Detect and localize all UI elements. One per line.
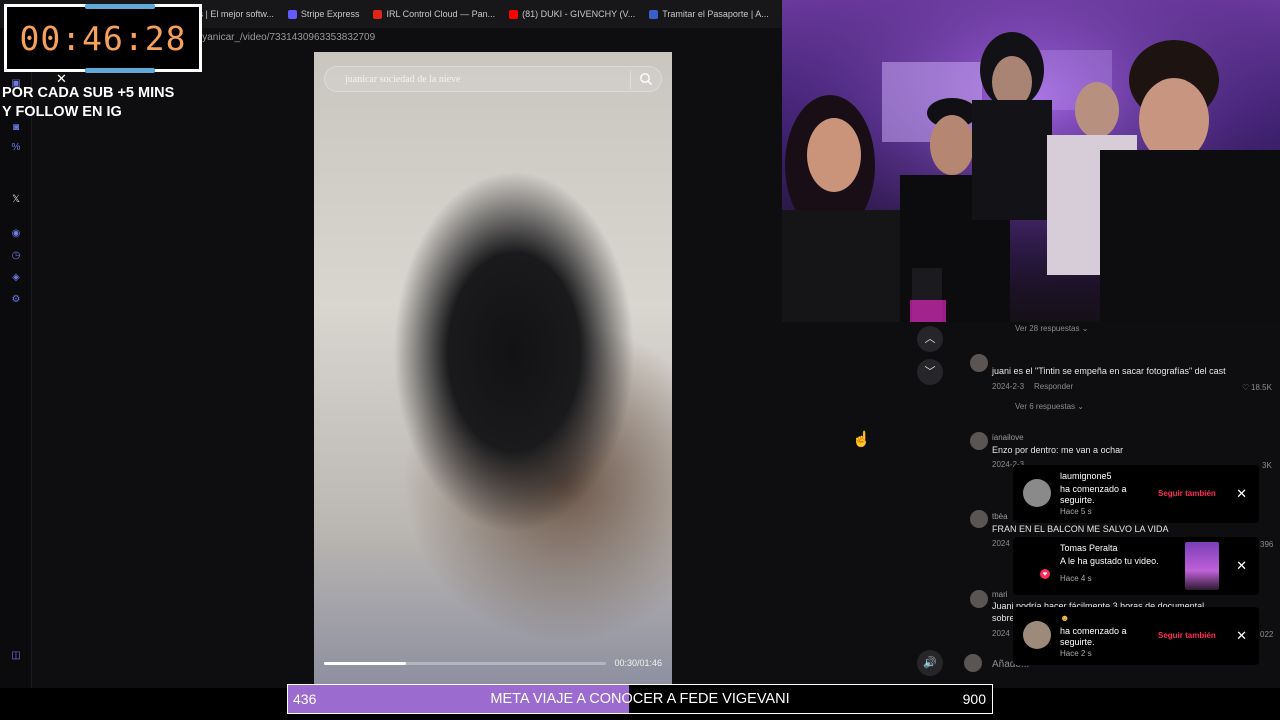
- close-icon[interactable]: ✕: [1236, 628, 1247, 644]
- bookmark-label: Tramitar el Pasaporte | A...: [662, 9, 769, 19]
- circle-icon[interactable]: ◉: [10, 228, 22, 240]
- avatar[interactable]: [970, 590, 988, 608]
- video-time: 00:30/01:46: [614, 658, 662, 668]
- current-user-avatar[interactable]: [964, 654, 982, 672]
- notification-user: laumignone5: [1060, 471, 1112, 481]
- chevron-down-icon[interactable]: ﹀: [917, 359, 943, 385]
- like-count: 396: [1260, 540, 1274, 549]
- comment-date: 2024-2-3: [992, 382, 1025, 391]
- goal-target: 900: [962, 691, 986, 707]
- timer-accent-bottom: [85, 68, 155, 73]
- like-notification[interactable]: Tomas Peralta A le ha gustado tu video. …: [1013, 537, 1259, 595]
- avatar: [1023, 621, 1051, 649]
- comment-date: 2024: [992, 629, 1010, 638]
- clock-icon[interactable]: ◷: [10, 250, 22, 262]
- bookmark-label: Stripe Express: [300, 9, 360, 19]
- bookmark-item[interactable]: IRL Control Cloud — Pan...: [373, 9, 495, 19]
- avatar[interactable]: [970, 510, 988, 528]
- webcam-scene: [782, 0, 1280, 322]
- webcam-feed: [782, 0, 1280, 322]
- goal-bar: META VIAJE A CONOCER A FEDE VIGEVANI 436…: [287, 684, 993, 714]
- comment-user[interactable]: tbèa: [992, 512, 1008, 521]
- bookmark-item[interactable]: (81) DUKI - GIVENCHY (V...: [509, 9, 635, 19]
- bookmark-favicon-icon: [649, 9, 659, 19]
- bookmark-item[interactable]: Stripe Express: [287, 9, 360, 19]
- reply-link[interactable]: Responder: [1034, 382, 1073, 391]
- timer-accent-top: [85, 4, 155, 9]
- video-search-text: juanicar sociedad de la nieve: [345, 74, 461, 85]
- like-count: 3K: [1262, 461, 1272, 470]
- bookmark-favicon-icon: [287, 9, 297, 19]
- percent-icon[interactable]: %: [10, 142, 22, 154]
- browser-sidebar: ▣ ◙ % 𝕏 ◉ ◷ ◈ ⚙ ◫: [0, 28, 32, 688]
- view-replies[interactable]: Ver 28 respuestas ⌄: [1015, 324, 1088, 333]
- notification-message: A le ha gustado tu video.: [1060, 556, 1159, 566]
- video-progress-bar[interactable]: [324, 662, 606, 665]
- comment-text-continued: sobre: [992, 613, 1015, 623]
- notification-time: Hace 4 s: [1060, 574, 1092, 583]
- notification-message: ha comenzado a seguirte.: [1060, 626, 1127, 647]
- sub-note: POR CADA SUB +5 MINS Y FOLLOW EN IG: [2, 85, 175, 120]
- chat-icon[interactable]: ◈: [10, 272, 22, 284]
- timer-value: 00:46:28: [19, 19, 187, 58]
- like-count: 022: [1260, 630, 1274, 639]
- avatar[interactable]: [970, 354, 988, 372]
- video-thumbnail[interactable]: [1185, 542, 1219, 590]
- chevron-up-icon[interactable]: ︿: [917, 326, 943, 352]
- video-player[interactable]: juanicar sociedad de la nieve 00:30/01:4…: [314, 52, 672, 684]
- close-icon[interactable]: ✕: [1236, 558, 1247, 574]
- goal-title: META VIAJE A CONOCER A FEDE VIGEVANI: [490, 691, 790, 707]
- gear-icon[interactable]: ⚙: [10, 294, 22, 306]
- bookmark-label: IRL Control Cloud — Pan...: [386, 9, 496, 19]
- stream-timer: 00:46:28 ✕: [4, 4, 202, 86]
- bookmark-item[interactable]: Tramitar el Pasaporte | A...: [649, 9, 769, 19]
- like-count: 18.5K: [1251, 383, 1272, 392]
- comment-date: 2024: [992, 539, 1010, 548]
- follow-back-button[interactable]: Seguir también: [1158, 489, 1216, 498]
- notification-time: Hace 2 s: [1060, 649, 1092, 658]
- x-icon[interactable]: 𝕏: [10, 194, 22, 206]
- video-search-bar[interactable]: juanicar sociedad de la nieve: [324, 66, 662, 92]
- follow-back-button[interactable]: Seguir también: [1158, 631, 1216, 640]
- bookmark-favicon-icon: [509, 9, 519, 19]
- follow-notification[interactable]: ☻ ha comenzado a seguirte. Hace 2 s Segu…: [1013, 607, 1259, 665]
- video-progress-fill: [324, 662, 406, 665]
- emoji-icon: ☻: [1060, 613, 1070, 623]
- close-icon[interactable]: ✕: [1236, 486, 1247, 502]
- settings-bottom-icon[interactable]: ◫: [10, 650, 22, 662]
- comment-text: FRAN EN EL BALCON ME SALVO LA VIDA: [992, 524, 1169, 534]
- volume-icon[interactable]: 🔊: [917, 650, 943, 676]
- notification-message: ha comenzado a seguirte.: [1060, 484, 1127, 505]
- comment-user[interactable]: ianailove: [992, 433, 1024, 442]
- twitch-icon[interactable]: ◙: [10, 122, 22, 134]
- follow-notification[interactable]: laumignone5 ha comenzado a seguirte. Hac…: [1013, 465, 1259, 523]
- goal-current: 436: [293, 691, 317, 707]
- bookmark-favicon-icon: [373, 9, 383, 19]
- notification-user: Tomas Peralta: [1060, 543, 1118, 553]
- bookmark-label: (81) DUKI - GIVENCHY (V...: [522, 9, 636, 19]
- heart-badge-icon: [1023, 551, 1051, 579]
- comment-text: Enzo por dentro: me van a ochar: [992, 445, 1124, 455]
- heart-icon[interactable]: ♡: [1242, 383, 1249, 392]
- url-text: jyanicar_/video/7331430963353832709: [200, 32, 376, 43]
- avatar: [1023, 479, 1051, 507]
- comment-user[interactable]: mari: [992, 590, 1008, 599]
- comment-text: juani es el "Tintin se empeña en sacar f…: [992, 366, 1226, 376]
- view-replies[interactable]: Ver 6 respuestas ⌄: [1015, 402, 1084, 411]
- search-icon[interactable]: [639, 72, 653, 86]
- avatar[interactable]: [970, 432, 988, 450]
- notification-time: Hace 5 s: [1060, 507, 1092, 516]
- search-divider: [630, 71, 631, 89]
- mouse-cursor-icon: ☝: [852, 431, 871, 448]
